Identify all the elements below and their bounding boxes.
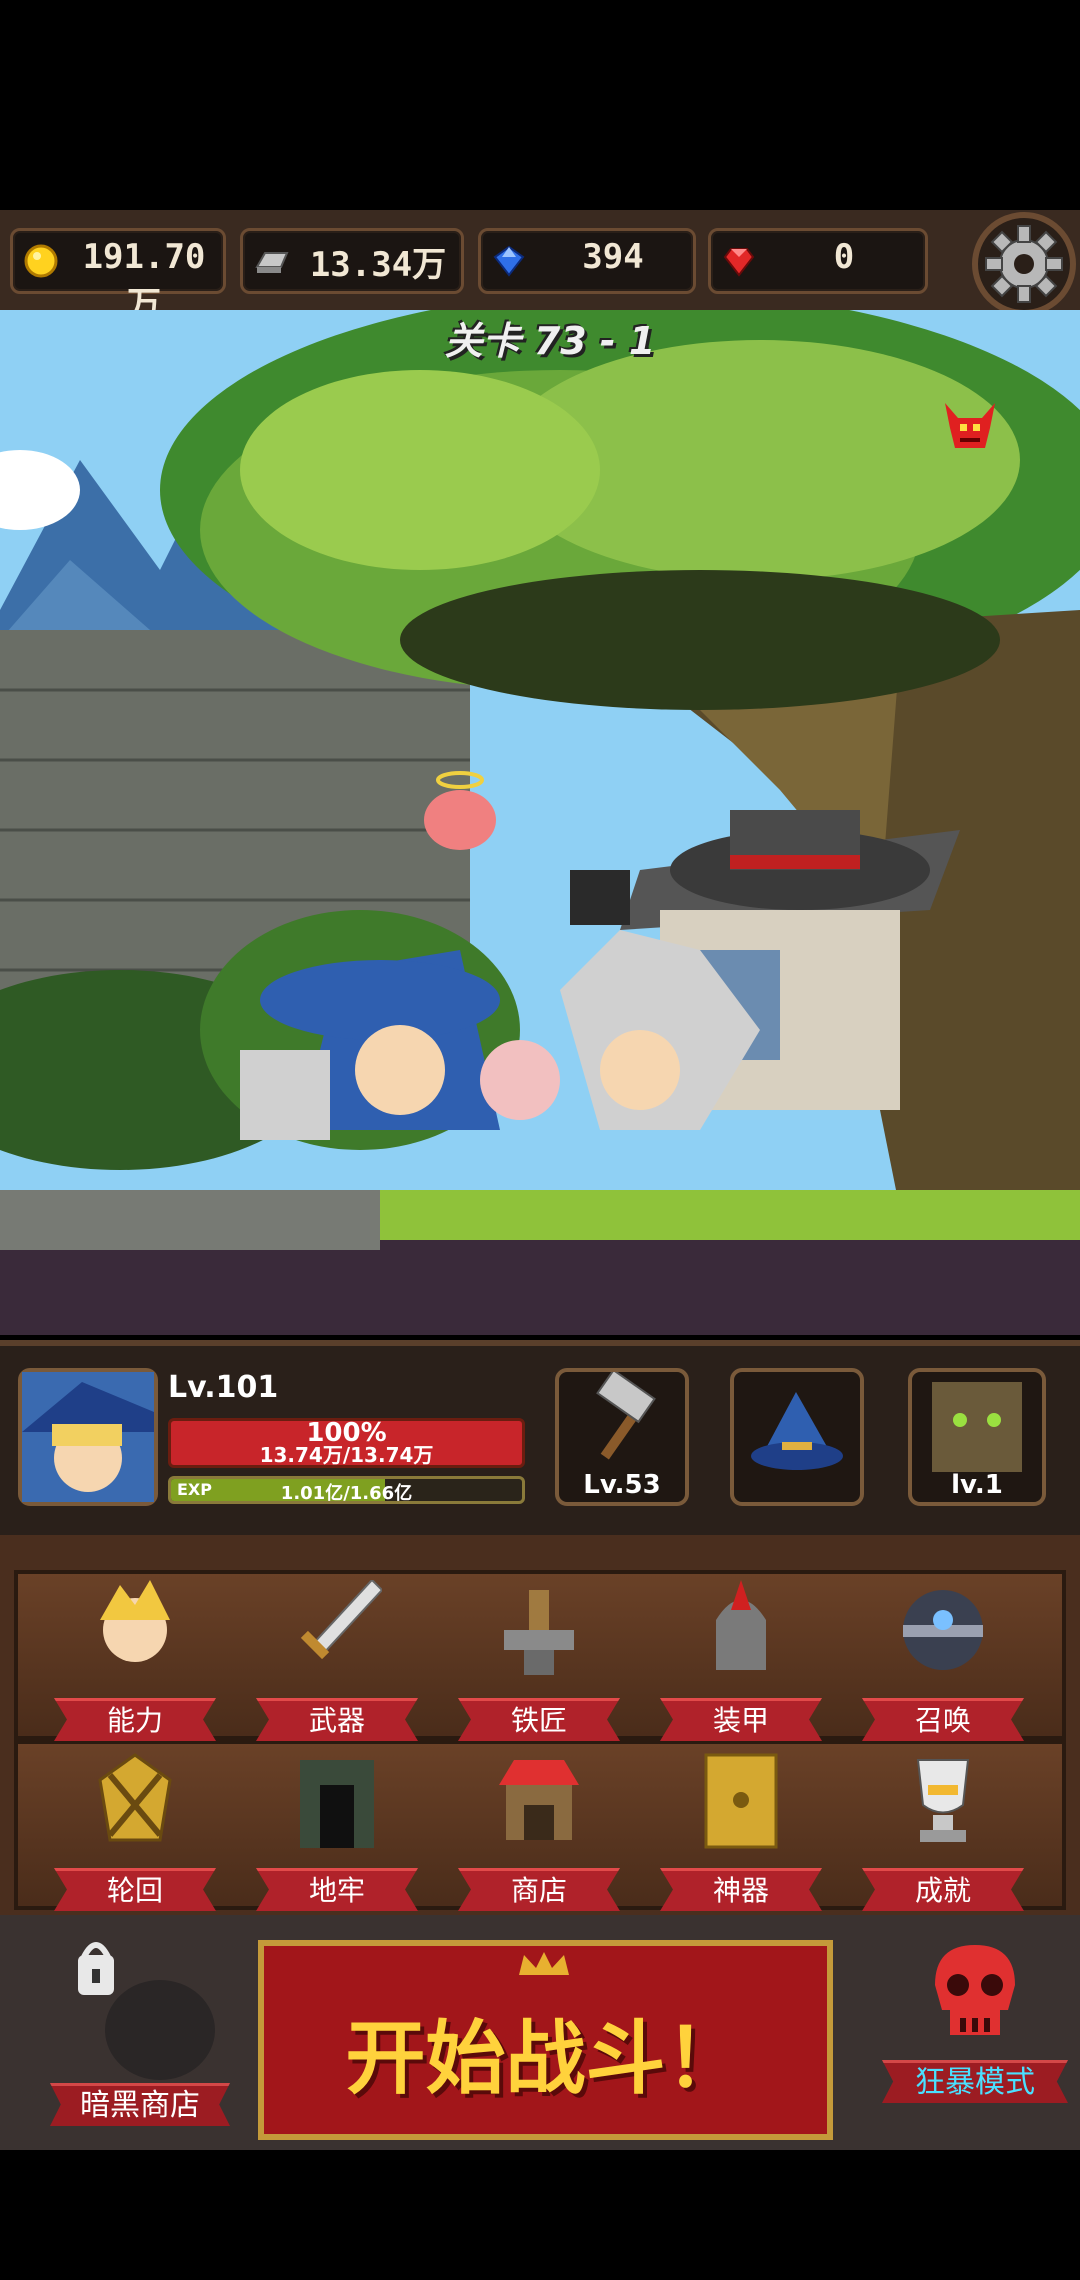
menu-rebirth-label: 轮回 bbox=[54, 1868, 216, 1911]
summon-orb-icon bbox=[903, 1590, 983, 1670]
armor-helmet-icon bbox=[716, 1580, 766, 1670]
anvil-icon bbox=[504, 1590, 574, 1675]
menu-armor[interactable]: 装甲 bbox=[646, 1570, 836, 1741]
crown-icon bbox=[519, 1952, 569, 1975]
menu-blacksmith-label: 铁匠 bbox=[458, 1698, 620, 1741]
berserk-mode-label: 狂暴模式 bbox=[882, 2060, 1068, 2103]
dungeon-gate-icon bbox=[300, 1760, 374, 1848]
menu-weapon[interactable]: 武器 bbox=[242, 1570, 432, 1741]
hp-value: 13.74万/13.74万 bbox=[259, 1443, 434, 1467]
navigation-bar-area bbox=[0, 2150, 1080, 2280]
menu-blacksmith[interactable]: 铁匠 bbox=[444, 1570, 634, 1741]
menu-summon[interactable]: 召唤 bbox=[848, 1570, 1038, 1741]
menu-artifact[interactable]: 神器 bbox=[646, 1740, 836, 1911]
hammer-icon bbox=[596, 1368, 656, 1460]
iron-counter: 13.34万 bbox=[240, 228, 464, 294]
gold-counter: 191.70万 bbox=[10, 228, 226, 325]
start-battle-button[interactable]: 开始战斗！ bbox=[258, 1940, 833, 2140]
menu-rebirth[interactable]: 轮回 bbox=[40, 1740, 230, 1911]
dark-shop-label: 暗黑商店 bbox=[50, 2083, 230, 2126]
resource-bar: 191.70万 13.34万 394 0 bbox=[0, 210, 1080, 325]
shop-stall-icon bbox=[499, 1760, 579, 1840]
dark-shop-art bbox=[78, 1942, 215, 2080]
exp-bar: EXP 1.01亿/1.66亿 bbox=[168, 1476, 525, 1504]
tree-spirit-icon bbox=[932, 1382, 1022, 1472]
menu-dungeon-label: 地牢 bbox=[256, 1868, 418, 1911]
blue-gem-icon bbox=[493, 245, 525, 277]
menu-achievement[interactable]: 成就 bbox=[848, 1740, 1038, 1911]
menu-weapon-label: 武器 bbox=[256, 1698, 418, 1741]
ruby-value: 0 bbox=[833, 237, 855, 277]
exp-value: 1.01亿/1.66亿 bbox=[280, 1483, 413, 1504]
hero-portrait[interactable] bbox=[18, 1368, 158, 1506]
settings-button[interactable] bbox=[972, 212, 1076, 316]
ruby-counter: 0 bbox=[708, 228, 928, 294]
menu-ability[interactable]: 能力 bbox=[40, 1570, 230, 1741]
menu-achievement-label: 成就 bbox=[862, 1868, 1024, 1911]
weapon-level: Lv.53 bbox=[583, 1470, 661, 1500]
iron-ingot-icon bbox=[255, 252, 289, 273]
gem-counter: 394 bbox=[478, 228, 696, 294]
hero-level: Lv.101 bbox=[168, 1370, 279, 1405]
menu-ability-label: 能力 bbox=[54, 1698, 216, 1741]
rebirth-emblem-icon bbox=[98, 1753, 172, 1842]
relic-level: lv.1 bbox=[951, 1470, 1003, 1500]
dark-shop-button[interactable]: 暗黑商店 bbox=[40, 1935, 240, 2126]
menu-shop-label: 商店 bbox=[458, 1868, 620, 1911]
trophy-icon bbox=[916, 1759, 970, 1842]
skull-icon bbox=[935, 1945, 1015, 2035]
menu-armor-label: 装甲 bbox=[660, 1698, 822, 1741]
hero-ability-icon bbox=[100, 1580, 170, 1662]
settings-gear-icon bbox=[985, 225, 1063, 303]
relic-slot[interactable]: lv.1 bbox=[908, 1368, 1046, 1506]
start-battle-label: 开始战斗！ bbox=[345, 2012, 746, 2105]
menu-dungeon[interactable]: 地牢 bbox=[242, 1740, 432, 1911]
stage-label: 关卡 73 - 1 bbox=[444, 319, 656, 363]
iron-value: 13.34万 bbox=[309, 245, 447, 285]
menu-artifact-label: 神器 bbox=[660, 1868, 822, 1911]
red-ruby-icon bbox=[723, 248, 755, 277]
golden-chest-icon bbox=[704, 1753, 778, 1849]
menu-summon-label: 召唤 bbox=[862, 1698, 1024, 1741]
battle-scene[interactable] bbox=[0, 310, 1080, 1335]
berserk-mode-button[interactable]: 狂暴模式 bbox=[880, 1940, 1070, 2120]
menu-shop[interactable]: 商店 bbox=[444, 1740, 634, 1911]
hp-bar: 100% 13.74万/13.74万 bbox=[168, 1418, 525, 1468]
weapon-slot[interactable]: Lv.53 bbox=[555, 1368, 689, 1506]
sword-icon bbox=[300, 1580, 382, 1660]
boss-demon-icon[interactable] bbox=[940, 398, 1000, 458]
hero-avatar bbox=[22, 1372, 154, 1502]
hp-percent: 100% bbox=[306, 1418, 387, 1448]
gold-coin-icon bbox=[24, 244, 58, 278]
wizard-hat-icon bbox=[751, 1392, 843, 1470]
status-bar-area bbox=[0, 0, 1080, 210]
gem-value: 394 bbox=[582, 237, 644, 277]
scene-art bbox=[0, 310, 1080, 1335]
hat-slot[interactable] bbox=[730, 1368, 864, 1506]
